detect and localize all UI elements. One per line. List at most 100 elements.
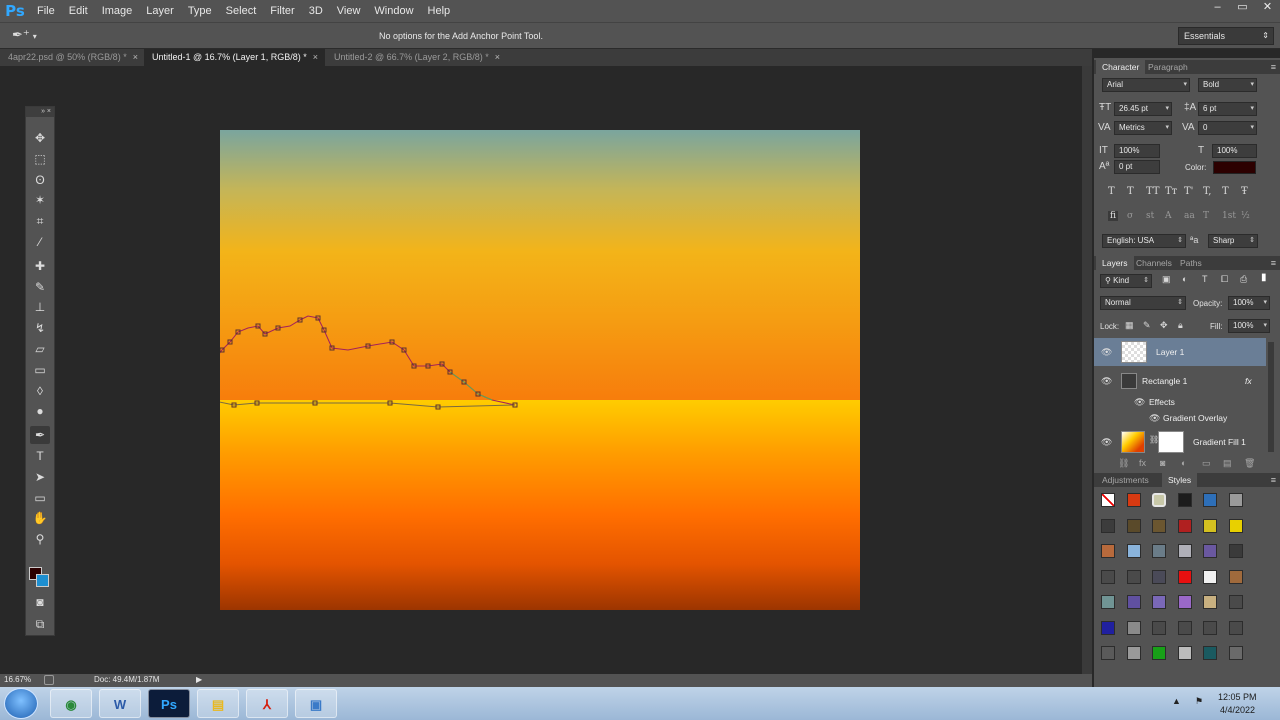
screen-mode-icon[interactable]: ⧉ [30,615,50,633]
style-swatch[interactable] [1101,518,1115,533]
hand-tool-icon[interactable]: ✋ [30,509,50,527]
gradient-tool-icon[interactable]: ▭ [30,361,50,379]
tab-close-icon[interactable]: × [495,52,500,62]
dodge-tool-icon[interactable]: ● [30,402,50,420]
style-swatch[interactable] [1126,620,1141,635]
quick-select-tool-icon[interactable]: ✶ [30,191,50,209]
font-style-select[interactable]: Bold ▾ [1198,78,1257,92]
menu-help[interactable]: Help [421,0,458,22]
tray-expand-icon[interactable]: ▲ [1172,696,1181,706]
status-info-icon[interactable] [44,675,54,685]
layer-filter-kind[interactable]: ⚲ Kind ⇕ [1100,274,1152,288]
style-swatch[interactable] [1203,569,1217,584]
style-swatch[interactable] [1228,646,1243,660]
restore-button[interactable]: ▭ [1230,0,1255,16]
new-group-icon[interactable]: ▭ [1202,458,1211,469]
layers-scrollbar[interactable] [1268,342,1274,452]
style-swatch[interactable] [1203,518,1217,533]
lock-transparent-icon[interactable]: ▦ [1125,320,1134,331]
filter-toggle-icon[interactable]: ▮ [1261,272,1267,283]
style-swatch[interactable] [1228,595,1243,609]
fill-field[interactable]: 100% ▾ [1228,319,1270,333]
style-swatch[interactable] [1126,569,1141,584]
blend-mode-select[interactable]: Normal ⇕ [1100,296,1186,310]
small-caps-button[interactable]: Tт [1165,186,1177,197]
panel-menu-icon[interactable]: ≡ [1271,60,1276,74]
clock-time[interactable]: 12:05 PM [1218,692,1257,702]
style-swatch[interactable] [1177,595,1192,609]
font-family-select[interactable]: Arial ▾ [1102,78,1190,92]
opacity-field[interactable]: 100% ▾ [1228,296,1270,310]
marquee-tool-icon[interactable]: ⬚ [30,150,50,168]
close-button[interactable]: ✕ [1255,0,1280,16]
tracking-field[interactable]: 0 ▾ [1198,121,1257,135]
crop-tool-icon[interactable]: ⌗ [30,212,50,230]
tab-layers[interactable]: Layers [1096,256,1134,270]
style-swatch[interactable] [1177,620,1192,635]
tools-panel-header[interactable]: » × [26,107,54,117]
canvas-vertical-scrollbar[interactable] [1082,66,1092,674]
layer-row-rectangle-1[interactable]: 👁︎ Rectangle 1 fx [1094,367,1266,395]
menu-3d[interactable]: 3D [302,0,330,22]
all-caps-button[interactable]: TT [1146,186,1160,197]
style-swatch[interactable] [1101,569,1115,584]
style-swatch[interactable] [1228,620,1243,635]
baseline-shift-field[interactable]: 0 pt [1114,160,1160,174]
tab-close-icon[interactable]: × [133,52,138,62]
subscript-button[interactable]: T, [1203,186,1211,197]
style-swatch[interactable] [1203,620,1217,635]
menu-window[interactable]: Window [367,0,420,22]
history-brush-tool-icon[interactable]: ↯ [30,319,50,337]
filter-shape-icon[interactable]: ⧠ [1221,274,1228,285]
stylistic-alternates-button[interactable]: aa [1184,211,1195,221]
superscript-button[interactable]: T' [1184,186,1193,197]
action-center-icon[interactable]: ⚑ [1195,696,1203,707]
layer-effects-icon[interactable]: fx [1245,376,1252,386]
style-swatch[interactable] [1101,493,1115,507]
document-canvas[interactable] [220,130,860,610]
style-swatch[interactable] [1152,595,1166,609]
tab-channels[interactable]: Channels [1130,256,1178,270]
filter-adjustment-icon[interactable]: ◐ [1182,274,1187,284]
tab-character[interactable]: Character [1096,60,1146,74]
tab-close-icon[interactable]: × [313,52,318,62]
clock-date[interactable]: 4/4/2022 [1220,705,1255,715]
eye-icon[interactable]: 👁︎ [1134,397,1145,408]
menu-select[interactable]: Select [219,0,264,22]
style-swatch[interactable] [1126,595,1141,609]
eyedropper-tool-icon[interactable]: ⁄ [30,233,50,251]
style-swatch[interactable] [1152,569,1166,584]
doc-tab-untitled-2[interactable]: Untitled-2 @ 66.7% (Layer 2, RGB/8) * × [326,49,508,66]
lock-all-icon[interactable]: 🔒︎ [1178,320,1183,331]
move-tool-icon[interactable]: ✥ [30,129,50,147]
fractions-button[interactable]: ½ [1241,211,1250,221]
panel-menu-icon[interactable]: ≡ [1271,473,1276,487]
status-menu-arrow-icon[interactable]: ▶ [196,675,202,684]
add-mask-icon[interactable]: ◙ [1160,458,1165,468]
link-layers-icon[interactable]: ⛓ [1118,458,1129,469]
style-swatch[interactable] [1101,544,1115,558]
taskbar-photoshop-icon[interactable]: Ps [148,689,190,718]
type-tool-icon[interactable]: T [30,447,50,465]
style-swatch[interactable] [1203,544,1217,558]
style-swatch[interactable] [1152,544,1166,558]
swash-button[interactable]: A [1165,211,1172,221]
taskbar-acrobat-icon[interactable]: ⅄ [246,689,288,718]
doc-tab-4apr22[interactable]: 4apr22.psd @ 50% (RGB/8) * × [0,49,143,66]
style-swatch[interactable] [1203,595,1217,609]
style-swatch[interactable] [1228,493,1243,507]
style-swatch[interactable] [1203,646,1217,660]
language-select[interactable]: English: USA ⇕ [1102,234,1186,248]
style-swatch[interactable] [1101,595,1115,609]
background-color-swatch[interactable] [36,574,49,587]
menu-edit[interactable]: Edit [62,0,95,22]
ligatures-button[interactable]: fi [1108,211,1119,221]
layer-row-gradient-fill-1[interactable]: 👁︎ ⛓ Gradient Fill 1 [1094,428,1266,456]
menu-type[interactable]: Type [181,0,219,22]
style-swatch[interactable] [1126,646,1141,660]
style-swatch[interactable] [1177,518,1192,533]
style-swatch[interactable] [1177,646,1192,660]
minimize-button[interactable]: – [1205,0,1230,16]
panel-menu-icon[interactable]: ≡ [1271,256,1276,270]
style-swatch[interactable] [1228,518,1243,533]
